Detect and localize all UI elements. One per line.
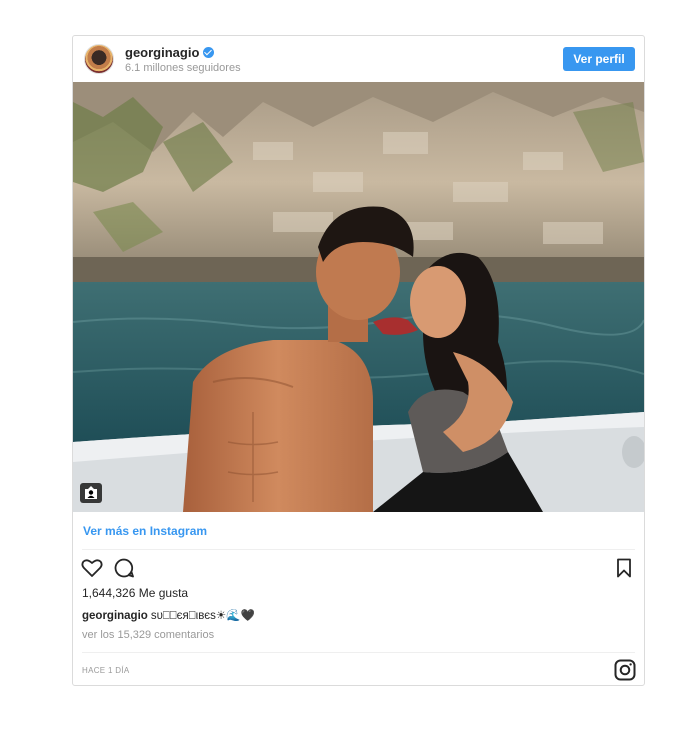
caption-username[interactable]: georginagio: [82, 610, 148, 622]
post-photo[interactable]: [73, 82, 644, 512]
view-profile-button[interactable]: Ver perfil: [563, 47, 635, 71]
followers-count: 6.1 millones seguidores: [125, 62, 241, 74]
user-tag-icon[interactable]: [80, 483, 102, 503]
comment-bubble-icon[interactable]: [112, 556, 138, 582]
view-more-on-instagram-link[interactable]: Ver más en Instagram: [83, 524, 207, 538]
instagram-logo-icon[interactable]: [614, 659, 636, 681]
verified-badge-icon: [203, 47, 215, 58]
divider: [82, 652, 635, 653]
post-image: [73, 82, 644, 512]
post-header: georginagio 6.1 millones seguidores Ver …: [73, 36, 644, 82]
username-row: georginagio: [125, 45, 215, 60]
divider: [82, 549, 635, 550]
heart-icon[interactable]: [80, 556, 106, 582]
caption-text: ѕυ⎕⎕єя⎕ιвєѕ☀🌊🖤: [150, 610, 255, 622]
action-bar: [73, 556, 644, 584]
caption: georginagio ѕυ⎕⎕єя⎕ιвєѕ☀🌊🖤: [82, 608, 255, 623]
instagram-embed-card: georginagio 6.1 millones seguidores Ver …: [72, 35, 645, 686]
avatar[interactable]: [84, 44, 114, 74]
likes-count: 1,644,326 Me gusta: [82, 586, 189, 600]
username-link[interactable]: georginagio: [125, 45, 199, 60]
post-timestamp: HACE 1 DÍA: [82, 666, 130, 675]
view-comments-link[interactable]: ver los 15,329 comentarios: [82, 629, 214, 641]
bookmark-icon[interactable]: [612, 556, 638, 582]
